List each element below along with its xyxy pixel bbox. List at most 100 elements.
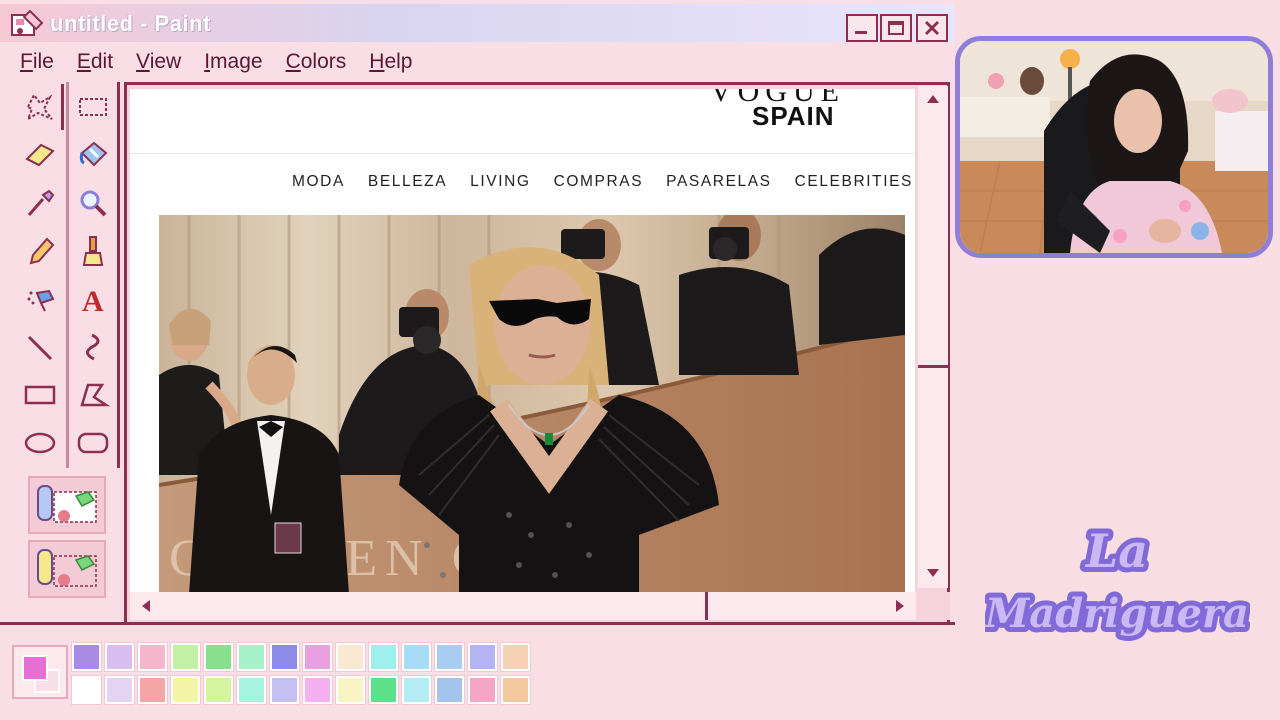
menu-edit[interactable]: Edit [77, 50, 113, 74]
arrow-left-icon [142, 600, 150, 612]
color-swatch[interactable] [105, 643, 134, 671]
menu-file-rest: ile [32, 50, 54, 73]
nav-moda[interactable]: MODA [292, 173, 345, 191]
color-swatch[interactable] [138, 676, 167, 704]
tool-rectangle[interactable] [16, 372, 64, 418]
color-swatch[interactable] [435, 676, 464, 704]
nav-pasarelas[interactable]: PASARELAS [666, 173, 771, 191]
menu-view-accel: V [136, 50, 150, 73]
color-swatch[interactable] [369, 676, 398, 704]
color-swatch[interactable] [369, 643, 398, 671]
color-swatch[interactable] [402, 676, 431, 704]
horizontal-scrollbar[interactable] [130, 592, 916, 620]
color-swatch[interactable] [72, 676, 101, 704]
eyedropper-icon [27, 189, 55, 216]
nav-divider [130, 153, 915, 154]
vertical-scroll-thumb[interactable] [918, 116, 948, 368]
horizontal-scroll-thumb[interactable] [160, 592, 708, 620]
rectangle-icon [24, 385, 56, 405]
scroll-left-button[interactable] [132, 595, 160, 617]
menu-file[interactable]: File [20, 50, 54, 74]
canvas-image[interactable]: VOGUE SPAIN MODA BELLEZA LIVING COMPRAS … [130, 89, 915, 594]
color-swatch[interactable] [501, 676, 530, 704]
rect-select-icon [79, 98, 107, 116]
tool-pencil[interactable] [16, 228, 64, 274]
color-swatch[interactable] [468, 643, 497, 671]
article-photo: GOLDEN G [159, 215, 905, 594]
menu-view[interactable]: View [136, 50, 181, 74]
line-icon [27, 335, 53, 361]
color-box [0, 622, 955, 720]
fill-bucket-icon [79, 141, 108, 167]
arrow-right-icon [896, 600, 904, 612]
color-swatch[interactable] [336, 643, 365, 671]
tool-curve[interactable] [69, 324, 117, 370]
menu-bar: File Edit View Image Colors Help [0, 44, 955, 80]
close-icon [924, 20, 940, 36]
color-swatch[interactable] [138, 643, 167, 671]
nav-compras[interactable]: COMPRAS [554, 173, 644, 191]
tool-magnifier[interactable] [69, 180, 117, 226]
menu-help-accel: H [369, 50, 385, 73]
window-title: untitled - Paint [50, 11, 211, 36]
color-swatch[interactable] [501, 643, 530, 671]
tool-rect-select[interactable] [69, 84, 117, 130]
minimize-icon [855, 31, 867, 34]
color-swatch[interactable] [303, 643, 332, 671]
menu-image[interactable]: Image [204, 50, 262, 74]
foreground-color [22, 655, 48, 681]
tool-fill[interactable] [69, 132, 117, 178]
menu-help[interactable]: Help [369, 50, 412, 74]
current-colors[interactable] [12, 645, 68, 699]
minimize-button[interactable] [846, 14, 878, 42]
tool-airbrush[interactable] [16, 276, 64, 322]
pencil-icon [29, 237, 55, 265]
tool-brush[interactable] [69, 228, 117, 274]
title-bar[interactable]: untitled - Paint [0, 4, 955, 42]
color-swatch[interactable] [237, 676, 266, 704]
scroll-right-button[interactable] [886, 595, 914, 617]
color-swatch[interactable] [72, 643, 101, 671]
menu-colors-rest: olors [300, 50, 347, 73]
color-swatch[interactable] [105, 676, 134, 704]
color-swatch[interactable] [171, 676, 200, 704]
tool-line[interactable] [16, 324, 64, 370]
scroll-corner [918, 592, 950, 620]
nav-belleza[interactable]: BELLEZA [368, 173, 447, 191]
close-button[interactable] [916, 14, 948, 42]
nav-celebrities[interactable]: CELEBRITIES [795, 173, 913, 191]
tool-text[interactable]: A [69, 276, 117, 322]
color-swatch[interactable] [336, 676, 365, 704]
tool-free-form-select[interactable] [16, 84, 64, 130]
color-swatch[interactable] [468, 676, 497, 704]
tool-pick-color[interactable] [16, 180, 64, 226]
streamer-cam [960, 41, 1268, 253]
color-swatch[interactable] [402, 643, 431, 671]
color-swatch[interactable] [270, 676, 299, 704]
color-swatch[interactable] [204, 676, 233, 704]
color-swatch[interactable] [435, 643, 464, 671]
menu-image-rest: mage [210, 50, 263, 73]
tool-ellipse[interactable] [16, 420, 64, 466]
color-swatch[interactable] [237, 643, 266, 671]
svg-text:A: A [82, 285, 104, 315]
ellipse-icon [24, 432, 56, 454]
color-swatch[interactable] [303, 676, 332, 704]
scroll-down-button[interactable] [919, 562, 947, 584]
tool-polygon[interactable] [69, 372, 117, 418]
tool-option-transparent[interactable] [28, 540, 106, 598]
vogue-edition: SPAIN [752, 101, 835, 131]
maximize-button[interactable] [880, 14, 912, 42]
tool-rounded-rect[interactable] [69, 420, 117, 466]
rounded-rect-icon [77, 432, 109, 454]
color-swatch[interactable] [204, 643, 233, 671]
tool-eraser[interactable] [16, 132, 64, 178]
scroll-up-button[interactable] [919, 88, 947, 110]
nav-living[interactable]: LIVING [470, 173, 530, 191]
tool-option-opaque[interactable] [28, 476, 106, 534]
vertical-scrollbar[interactable] [918, 86, 948, 588]
color-swatch[interactable] [171, 643, 200, 671]
menu-help-rest: elp [384, 50, 413, 73]
color-swatch[interactable] [270, 643, 299, 671]
menu-colors[interactable]: Colors [286, 50, 347, 74]
